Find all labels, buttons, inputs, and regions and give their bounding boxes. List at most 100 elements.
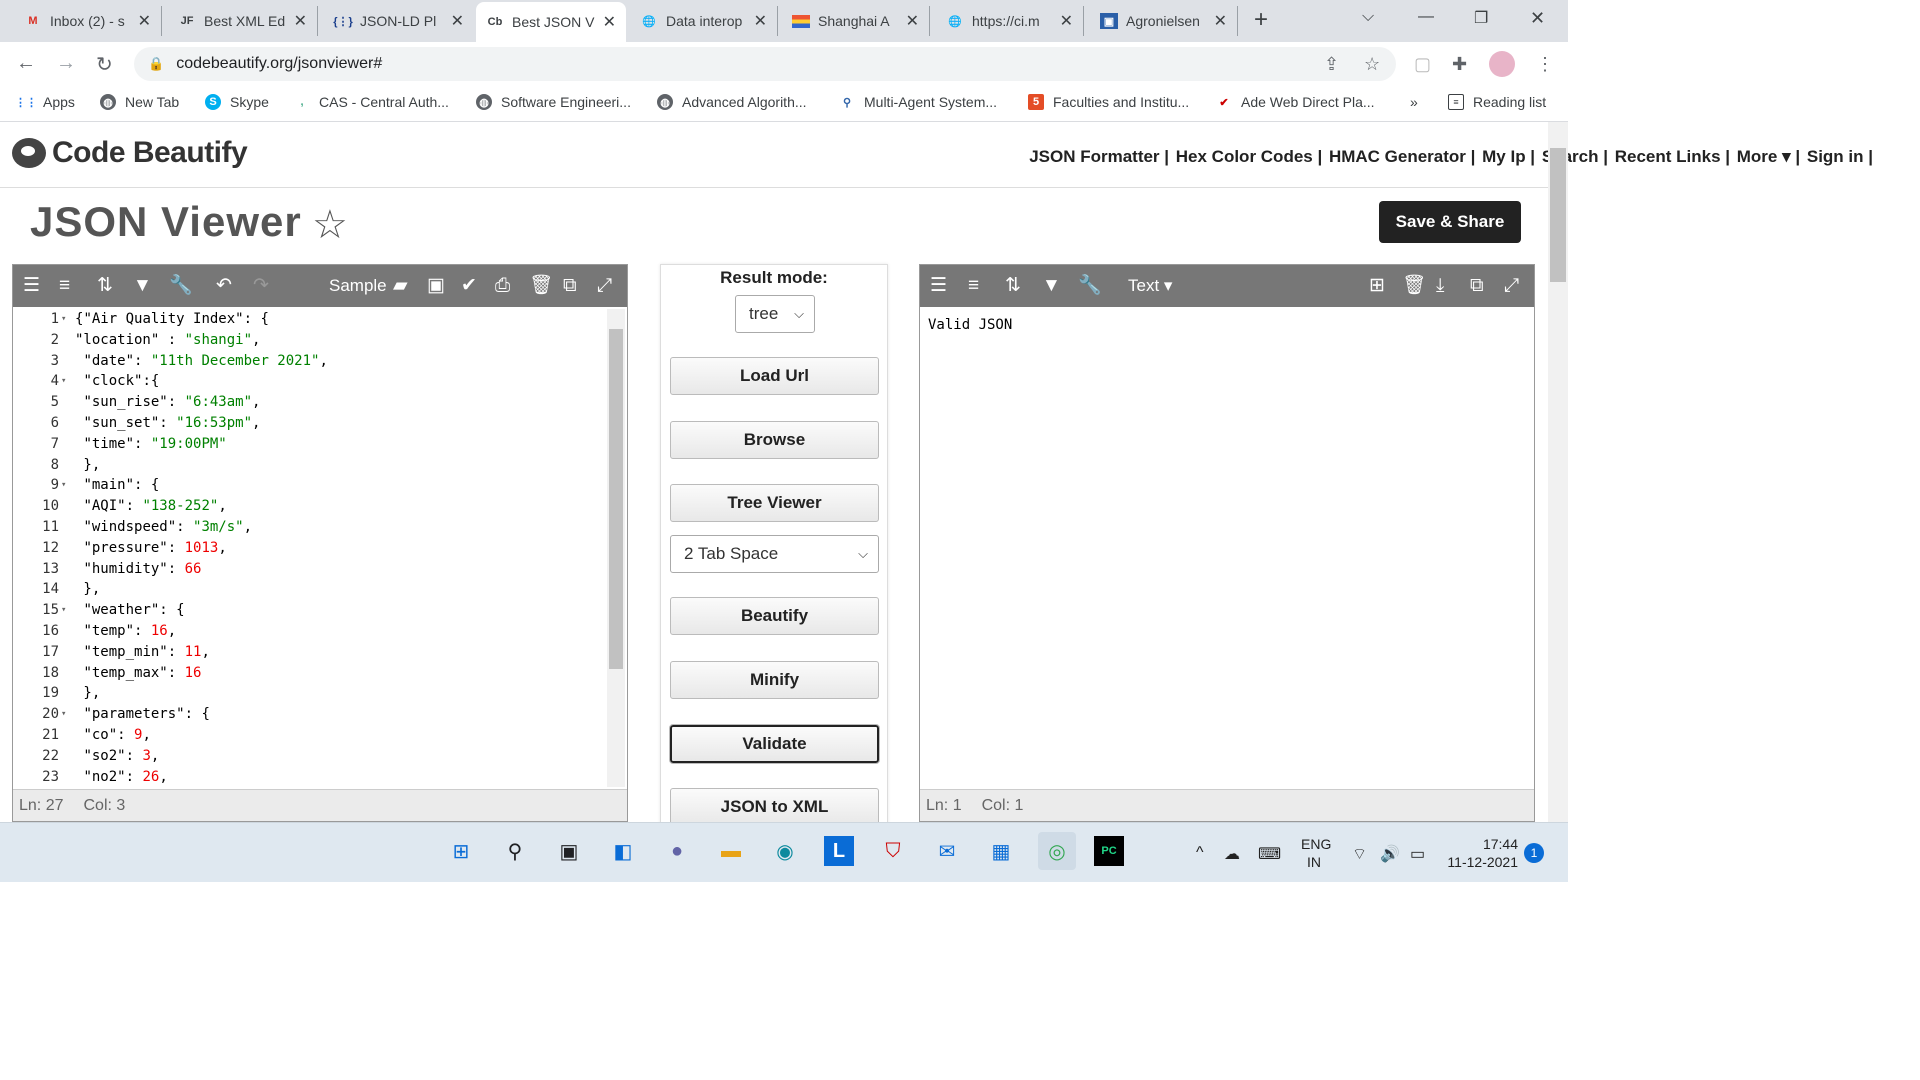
teams-chat-icon[interactable]: ●	[662, 836, 692, 866]
browse-button[interactable]: Browse	[670, 421, 879, 459]
fullscreen-icon[interactable]: ⤢	[1504, 275, 1519, 297]
restore-icon[interactable]: ❐	[1474, 8, 1488, 28]
edge-browser-icon[interactable]: ◉	[770, 836, 800, 866]
format-icon[interactable]: ☰	[23, 275, 40, 297]
save-disk-icon[interactable]: ▣	[427, 275, 445, 297]
extension-icon[interactable]: ▢	[1414, 54, 1431, 75]
tab-shanghai[interactable]: Shanghai A ✕	[782, 6, 930, 36]
sort-icon[interactable]: ⇅	[1005, 275, 1021, 297]
reload-icon[interactable]: ↻	[96, 52, 113, 77]
tab-agronielsen[interactable]: ▣ Agronielsen ✕	[1090, 6, 1238, 36]
json-input-editor[interactable]: 1 ▾ {"Air Quality Index": {2 "location" : "…	[13, 307, 627, 789]
system-clock[interactable]: 17:44 11-12-2021	[1446, 836, 1518, 870]
lock-icon[interactable]: 🔒	[148, 56, 164, 72]
load-url-button[interactable]: Load Url	[670, 357, 879, 395]
beautify-button[interactable]: Beautify	[670, 597, 879, 635]
delete-trash-icon[interactable]: 🗑	[529, 275, 553, 297]
validate-button[interactable]: Validate	[669, 724, 880, 764]
nav-hmac-generator[interactable]: HMAC Generator |	[1329, 147, 1475, 166]
bookmark-algorithms[interactable]: ◍ Advanced Algorith...	[657, 94, 807, 110]
tab-json-viewer[interactable]: Cb Best JSON V ✕	[476, 2, 626, 42]
close-icon[interactable]: ✕	[906, 11, 919, 31]
tab-jsonld[interactable]: {⋮} JSON-LD Pl ✕	[324, 6, 474, 36]
battery-icon[interactable]: ▭	[1410, 844, 1425, 864]
microsoft-store-icon[interactable]: ▦	[986, 836, 1016, 866]
bookmark-faculties[interactable]: 5 Faculties and Institu...	[1028, 94, 1189, 110]
code-line[interactable]: 12 "pressure": 1013,	[13, 538, 553, 559]
save-share-button[interactable]: Save & Share	[1379, 201, 1521, 243]
nav-recent-links[interactable]: Recent Links |	[1615, 147, 1730, 166]
code-line[interactable]: 20 ▾ "parameters": {	[13, 704, 553, 725]
close-icon[interactable]: ✕	[603, 12, 616, 32]
file-explorer-icon[interactable]: ▬	[716, 836, 746, 866]
favorite-star-icon[interactable]: ☆	[312, 202, 348, 248]
compact-icon[interactable]: ≡	[968, 275, 979, 297]
fullscreen-icon[interactable]: ⤢	[597, 275, 612, 297]
sample-button[interactable]: Sample	[329, 275, 387, 297]
fold-toggle-icon[interactable]: ▾	[61, 475, 66, 496]
code-line[interactable]: 21 "co": 9,	[13, 725, 553, 746]
window-close-icon[interactable]: ✕	[1530, 8, 1545, 29]
compact-icon[interactable]: ≡	[59, 275, 70, 297]
close-icon[interactable]: ✕	[1214, 11, 1227, 31]
code-line[interactable]: 9 ▾ "main": {	[13, 475, 553, 496]
close-icon[interactable]: ✕	[1060, 11, 1073, 31]
task-view-icon[interactable]: ▣	[554, 836, 584, 866]
indent-select[interactable]: 2 Tab Space ⌵	[670, 535, 879, 573]
bookmark-new-tab[interactable]: ◍ New Tab	[100, 94, 179, 110]
output-area[interactable]: Valid JSON	[920, 307, 1534, 789]
onedrive-cloud-icon[interactable]: ☁	[1224, 844, 1240, 864]
windows-start-icon[interactable]: ⊞	[446, 836, 476, 866]
minimize-icon[interactable]: —	[1418, 8, 1434, 26]
bookmark-software-eng[interactable]: ◍ Software Engineeri...	[476, 94, 631, 110]
nav-hex-color-codes[interactable]: Hex Color Codes |	[1176, 147, 1322, 166]
validate-check-icon[interactable]: ✔	[461, 275, 477, 297]
nav-my-ip[interactable]: My Ip |	[1482, 147, 1535, 166]
l-app-icon[interactable]: L	[824, 836, 854, 866]
show-hidden-icons-chevron-icon[interactable]: ^	[1196, 844, 1204, 862]
code-line[interactable]: 22 "so2": 3,	[13, 746, 553, 767]
fold-toggle-icon[interactable]: ▾	[61, 704, 66, 725]
wifi-icon[interactable]: ⌔	[1352, 844, 1367, 864]
close-icon[interactable]: ✕	[138, 11, 151, 31]
forward-icon[interactable]: →	[56, 52, 76, 75]
notification-badge[interactable]: 1	[1524, 843, 1544, 863]
share-icon[interactable]: ⇪	[1324, 54, 1339, 75]
output-mode-dropdown[interactable]: Text ▾	[1128, 275, 1172, 297]
fold-toggle-icon[interactable]: ▾	[61, 600, 66, 621]
bookmark-cas[interactable]: , CAS - Central Auth...	[294, 94, 448, 110]
reading-list[interactable]: ≡ Reading list	[1448, 94, 1546, 110]
json-to-xml-button[interactable]: JSON to XML	[670, 788, 879, 826]
bookmark-skype[interactable]: S Skype	[205, 94, 269, 110]
delete-trash-icon[interactable]: 🗑	[1402, 275, 1426, 297]
more-bookmarks[interactable]: »	[1410, 94, 1418, 110]
pycharm-icon[interactable]: PC	[1094, 836, 1124, 866]
nav-json-formatter[interactable]: JSON Formatter |	[1029, 147, 1169, 166]
repair-wrench-icon[interactable]: 🔧	[169, 275, 193, 297]
code-line[interactable]: 4 ▾ "clock":{	[13, 371, 553, 392]
page-scrollbar-thumb[interactable]	[1550, 148, 1566, 282]
new-tab-icon[interactable]: +	[1254, 6, 1268, 34]
editor-scrollbar[interactable]	[607, 309, 625, 787]
copy-icon[interactable]: ⧉	[563, 275, 577, 297]
code-line[interactable]: 14 },	[13, 579, 553, 600]
chrome-icon[interactable]: ◎	[1038, 832, 1076, 870]
code-line[interactable]: 6 "sun_set": "16:53pm",	[13, 413, 553, 434]
filter-icon[interactable]: ▼	[133, 275, 152, 297]
site-logo[interactable]: Code Beautify	[12, 136, 248, 170]
code-line[interactable]: 7 "time": "19:00PM"	[13, 434, 553, 455]
code-line[interactable]: 13 "humidity": 66	[13, 559, 553, 580]
back-icon[interactable]: ←	[16, 52, 36, 75]
sort-icon[interactable]: ⇅	[97, 275, 113, 297]
address-bar[interactable]: 🔒 codebeautify.org/jsonviewer#	[134, 47, 1396, 81]
code-line[interactable]: 18 "temp_max": 16	[13, 663, 553, 684]
scrollbar-thumb[interactable]	[609, 329, 623, 669]
bookmark-multi-agent[interactable]: ⚲ Multi-Agent System...	[839, 94, 997, 110]
code-line[interactable]: 1 ▾ {"Air Quality Index": {	[13, 309, 553, 330]
bookmark-ade[interactable]: ✔ Ade Web Direct Pla...	[1216, 94, 1374, 110]
code-line[interactable]: 10 "AQI": "138-252",	[13, 496, 553, 517]
code-line[interactable]: 8 },	[13, 455, 553, 476]
undo-icon[interactable]: ↶	[216, 275, 232, 297]
close-icon[interactable]: ✕	[451, 11, 464, 31]
tab-ci[interactable]: 🌐 https://ci.m ✕	[936, 6, 1084, 36]
